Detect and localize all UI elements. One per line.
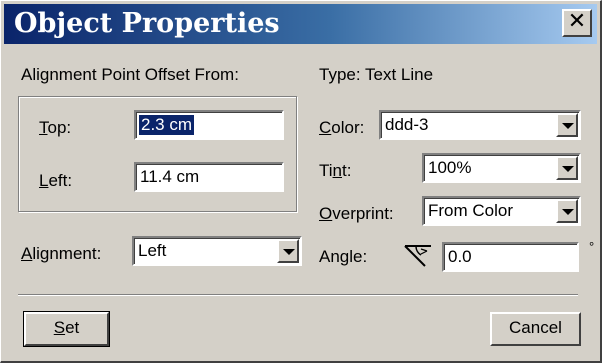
color-label: Color: xyxy=(319,118,365,137)
angle-label: Angle: xyxy=(319,247,368,266)
degree-unit: ° xyxy=(589,239,595,254)
type-label: Type: Text Line xyxy=(319,65,434,84)
tint-label: Tint: xyxy=(319,161,352,180)
offset-heading: Alignment Point Offset From: xyxy=(21,65,239,84)
chevron-down-icon[interactable] xyxy=(556,156,578,180)
overprint-label: Overprint: xyxy=(319,204,394,223)
alignment-value: Left xyxy=(138,241,167,260)
close-icon: ✕ xyxy=(567,9,587,34)
angle-input[interactable]: 0.0 xyxy=(442,242,579,272)
top-input-value: 2.3 cm xyxy=(139,115,195,135)
set-button[interactable]: Set xyxy=(23,311,110,347)
color-select[interactable]: ddd-3 xyxy=(379,110,581,140)
chevron-down-icon[interactable] xyxy=(556,199,578,223)
alignment-label: Alignment: xyxy=(21,244,102,263)
title-bar[interactable]: Object Properties ✕ xyxy=(4,4,597,44)
left-input-value: 11.4 cm xyxy=(140,167,200,186)
color-value: ddd-3 xyxy=(385,115,429,134)
separator xyxy=(18,294,578,296)
left-input[interactable]: 11.4 cm xyxy=(134,162,284,192)
top-input[interactable]: 2.3 cm xyxy=(134,110,284,140)
tint-value: 100% xyxy=(428,158,472,177)
chevron-down-icon[interactable] xyxy=(556,113,578,137)
angle-value: 0.0 xyxy=(448,247,472,266)
left-label: Left: xyxy=(39,171,73,190)
chevron-down-icon[interactable] xyxy=(277,239,299,263)
dialog-title: Object Properties xyxy=(14,8,280,39)
cancel-button[interactable]: Cancel xyxy=(490,312,581,346)
tint-select[interactable]: 100% xyxy=(422,153,581,183)
angle-icon xyxy=(404,245,431,267)
overprint-select[interactable]: From Color xyxy=(422,196,581,226)
alignment-select[interactable]: Left xyxy=(132,236,302,266)
close-button[interactable]: ✕ xyxy=(562,9,592,37)
overprint-value: From Color xyxy=(428,201,514,220)
object-properties-dialog: Object Properties ✕ Alignment Point Offs… xyxy=(0,0,602,363)
top-label: Top: xyxy=(39,118,72,137)
